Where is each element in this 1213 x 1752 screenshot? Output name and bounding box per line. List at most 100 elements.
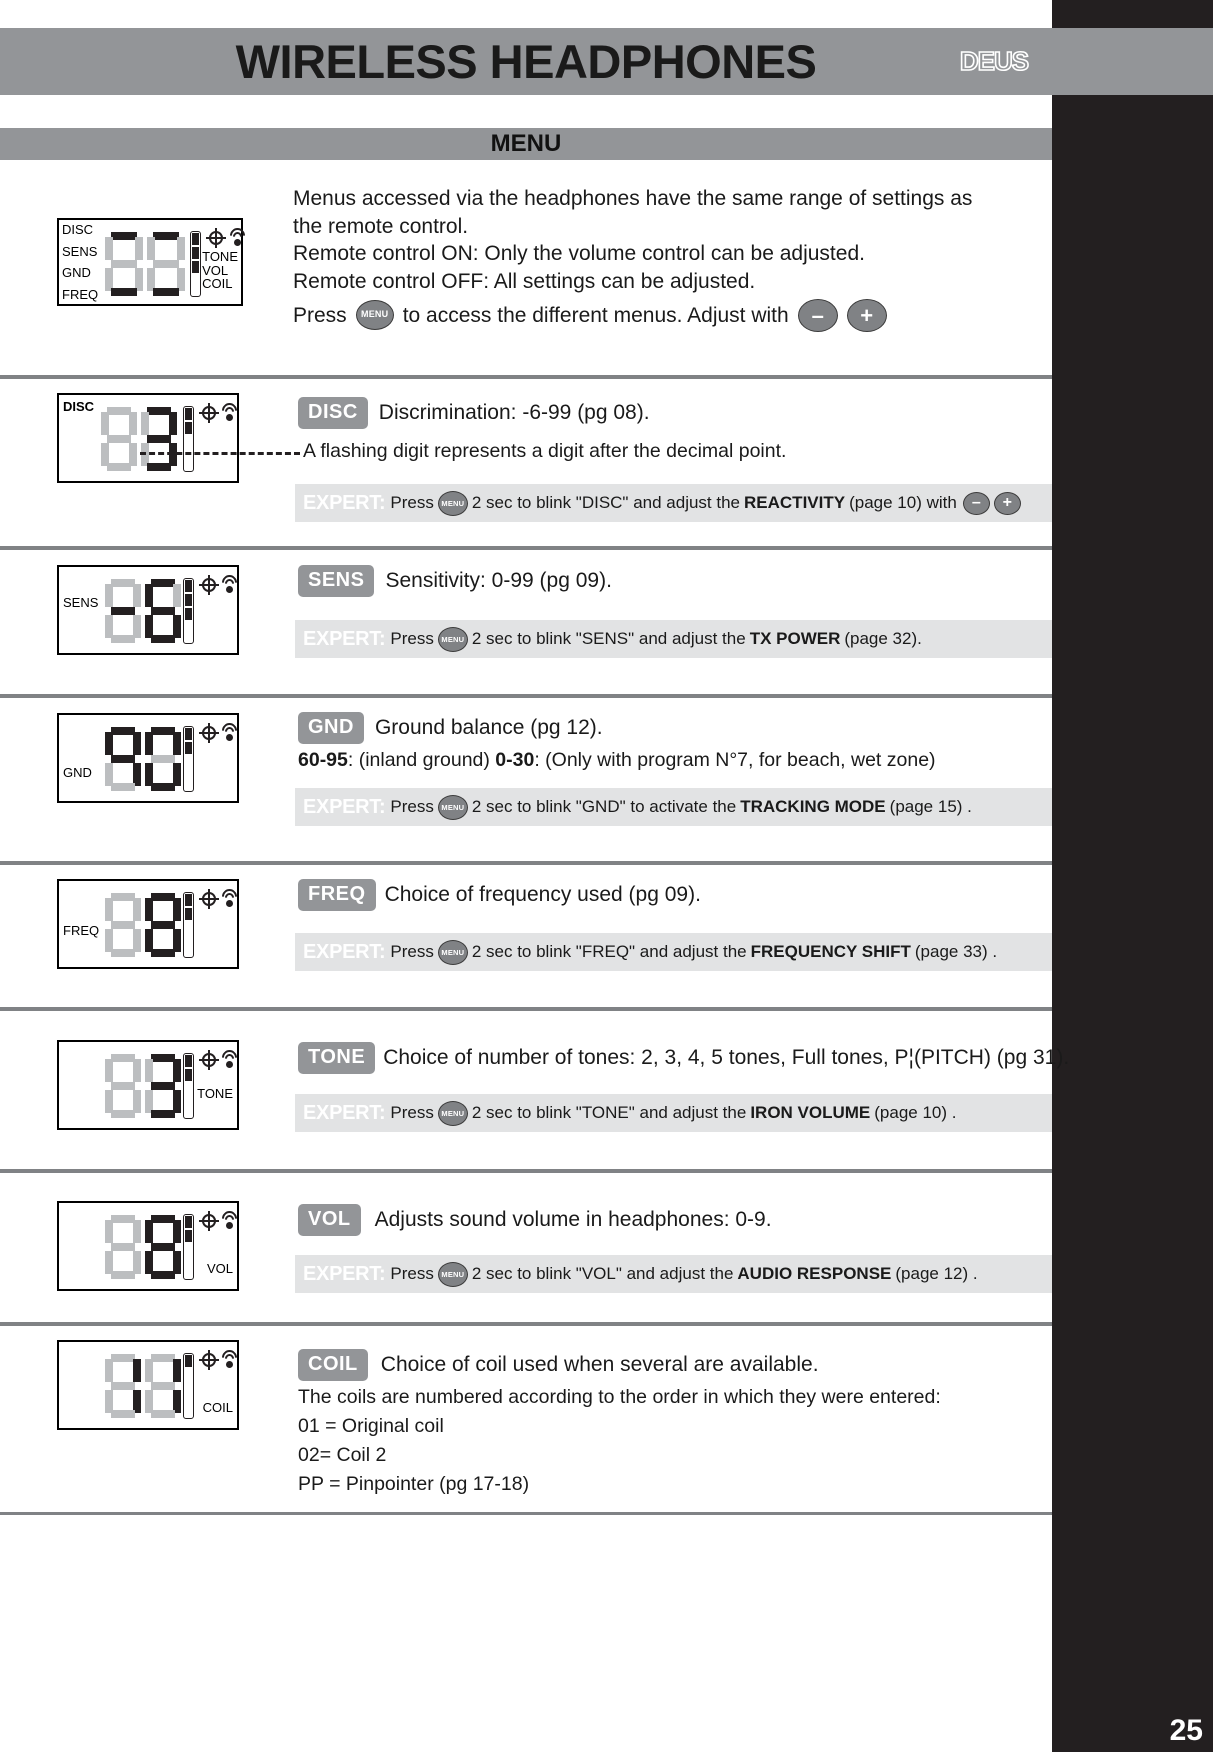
target-crosshair-icon [199,1211,219,1231]
wifi-signal-icon [218,719,241,742]
expert-pre: Press [390,1103,434,1122]
coil-title: Choice of coil used when several are ava… [380,1352,819,1376]
tone-title: Choice of number of tones: 2, 3, 4, 5 to… [383,1045,1070,1069]
lcd-vol-digits [105,1215,181,1279]
lcd-tone-label: TONE [197,1086,233,1101]
coil-line-3: 02= Coil 2 [298,1444,387,1466]
expert-strip-sens: EXPERT: Press MENU 2 sec to blink "SENS"… [295,620,1052,658]
target-crosshair-icon [199,889,219,909]
plus-button[interactable]: + [846,298,887,332]
intro-line-3: Remote control ON: Only the volume contr… [293,242,865,266]
bottom-divider [0,1512,1052,1515]
vol-title: Adjusts sound volume in headphones: 0-9. [374,1207,772,1231]
expert-mid: 2 sec to blink "SENS" and adjust the [471,629,746,648]
gnd-range-a-text: : (inland ground) [347,749,496,771]
lcd-gnd-label: GND [63,765,92,780]
expert-bold: AUDIO RESPONSE [737,1264,892,1283]
expert-pre: Press [390,629,434,648]
target-crosshair-icon [199,1350,219,1370]
wifi-signal-icon [218,399,241,422]
minus-button[interactable]: – [962,491,990,515]
lcd-right-label-group: TONE VOL COIL [202,250,238,291]
minus-button[interactable]: – [797,298,838,332]
deus-logo-text: DEUS [959,45,1030,77]
wifi-signal-icon [226,224,249,247]
menu-button[interactable]: MENU [437,1100,468,1126]
expert-tag: EXPERT: [303,491,386,514]
lcd-coil: COIL [57,1340,241,1430]
gnd-heading: GND Ground balance (pg 12). [298,712,603,744]
menu-button[interactable]: MENU [355,300,394,331]
expert-post: (page 33) . [914,942,998,961]
expert-bold: TRACKING MODE [740,797,886,816]
expert-bold: REACTIVITY [744,493,846,512]
lcd-coil-bargraph [183,1353,194,1419]
target-crosshair-icon [199,403,219,423]
menu-band: MENU [0,128,1052,160]
expert-post: (page 15) . [889,797,972,816]
expert-pre: Press [390,1264,434,1283]
lcd-left-label-group: DISC SENS GND FREQ [62,223,98,301]
pill-freq: FREQ [298,879,376,911]
tone-heading: TONE Choice of number of tones: 2, 3, 4,… [298,1042,1069,1074]
pill-coil: COIL [298,1349,368,1381]
intro-line-2: the remote control. [293,214,469,238]
menu-button[interactable]: MENU [437,794,468,820]
menu-button[interactable]: MENU [437,939,468,965]
intro-text: Menus accessed via the headphones have t… [293,185,1018,332]
lcd-freq-label: FREQ [63,923,100,938]
expert-pre: Press [390,797,434,816]
expert-pre: Press [390,942,434,961]
lcd-label-disc: DISC [62,222,94,237]
disc-note: A flashing digit represents a digit afte… [303,440,787,462]
lcd-coil-digits [105,1354,181,1418]
freq-title: Choice of frequency used (pg 09). [384,882,701,906]
expert-bold: FREQUENCY SHIFT [750,942,911,961]
section-divider-2 [0,546,1052,550]
expert-post: (page 12) . [895,1264,978,1283]
lcd-main-overview: DISC SENS GND FREQ TONE VOL COIL [57,218,249,306]
lcd-tone: TONE [57,1040,241,1130]
menu-button[interactable]: MENU [437,626,468,652]
menu-button[interactable]: MENU [437,490,468,516]
lcd-disc-bargraph [183,406,194,472]
lcd-digits [105,232,185,296]
lcd-freq-bargraph [183,892,194,958]
section-divider-7 [0,1322,1052,1326]
wifi-signal-icon [218,571,241,594]
lcd-label-freq: FREQ [62,286,99,302]
expert-mid: 2 sec to blink "TONE" and adjust the [471,1103,747,1122]
target-crosshair-icon [199,575,219,595]
lcd-gnd-digits [105,727,181,791]
plus-button[interactable]: + [993,491,1021,515]
gnd-range-b-text: : (Only with program N°7, for beach, wet… [534,749,936,771]
lcd-vol-label: VOL [206,1261,233,1276]
gnd-title: Ground balance (pg 12). [374,715,603,739]
menu-button[interactable]: MENU [437,1261,468,1287]
coil-line-1: The coils are numbered according to the … [298,1386,941,1408]
lcd-sens-label: SENS [63,595,99,610]
lcd-disc: DISC [57,393,241,483]
expert-strip-vol: EXPERT: Press MENU 2 sec to blink "VOL" … [295,1255,1052,1293]
target-crosshair-icon [206,228,226,248]
deus-logo: DEUS [944,43,1044,79]
lcd-label-tone: TONE [202,249,238,264]
lcd-digit-2 [147,232,185,296]
section-divider-5 [0,1007,1052,1011]
lcd-vol: VOL [57,1201,241,1291]
lcd-label-sens: SENS [62,243,98,259]
pill-gnd: GND [298,712,364,744]
expert-tag: EXPERT: [303,1101,386,1124]
intro-press-line: Press MENU to access the different menus… [293,298,1018,332]
expert-mid: 2 sec to blink "FREQ" and adjust the [471,942,747,961]
freq-heading: FREQ Choice of frequency used (pg 09). [298,879,701,911]
expert-strip-disc: EXPERT: Press MENU 2 sec to blink "DISC"… [295,484,1052,522]
expert-mid: 2 sec to blink "GND" to activate the [471,797,737,816]
gnd-ranges: 60-95: (inland ground) 0-30: (Only with … [298,749,936,772]
lcd-gnd-bargraph [183,726,194,792]
section-divider-4 [0,861,1052,865]
lcd-sens-digits [105,579,181,643]
lcd-tone-bargraph [183,1053,194,1119]
lcd-label-gnd: GND [62,265,91,281]
lcd-freq: FREQ [57,879,241,969]
